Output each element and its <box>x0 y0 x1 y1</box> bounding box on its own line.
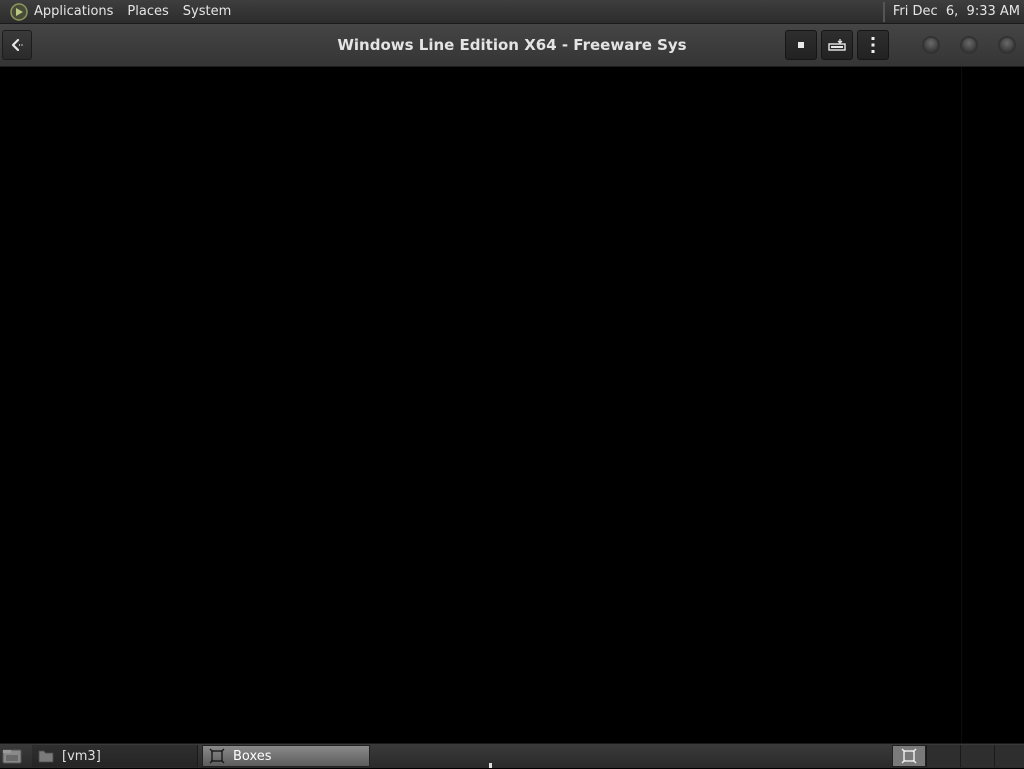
back-button[interactable] <box>2 30 32 60</box>
stop-button[interactable] <box>785 30 817 60</box>
taskbar-item-label: Boxes <box>233 748 272 764</box>
mouse-pointer <box>489 763 492 768</box>
menu-button[interactable] <box>857 30 889 60</box>
vm-display[interactable] <box>0 67 1024 743</box>
minimize-icon[interactable] <box>922 36 940 54</box>
distro-logo-icon[interactable] <box>8 1 30 23</box>
maximize-icon[interactable] <box>960 36 978 54</box>
folder-icon <box>38 748 54 764</box>
close-icon[interactable] <box>998 36 1016 54</box>
window-title: Windows Line Edition X64 - Freeware Sys <box>337 36 687 54</box>
clock[interactable]: Fri Dec 6, 9:33 AM <box>893 4 1024 19</box>
boxes-app-icon <box>901 748 917 764</box>
boxes-app-icon <box>209 748 225 764</box>
top-panel: Applications Places System Fri Dec 6, 9:… <box>0 0 1024 24</box>
system-menu[interactable]: System <box>176 0 238 24</box>
boxes-header-bar: Windows Line Edition X64 - Freeware Sys <box>0 24 1024 67</box>
taskbar-item-label: [vm3] <box>62 748 101 764</box>
back-arrow-icon <box>11 38 23 52</box>
bottom-panel: [vm3] Boxes <box>0 743 1024 768</box>
vertical-dots-icon <box>871 37 875 53</box>
keyboard-send-icon <box>828 39 846 51</box>
workspace-2[interactable] <box>926 745 960 767</box>
stop-square-icon <box>798 42 804 48</box>
workspace-1[interactable] <box>892 745 926 767</box>
taskbar-item-boxes[interactable]: Boxes <box>202 745 370 767</box>
show-desktop-icon[interactable] <box>2 747 22 765</box>
workspace-3[interactable] <box>960 745 994 767</box>
applications-menu[interactable]: Applications <box>30 0 120 24</box>
places-menu[interactable]: Places <box>120 0 175 24</box>
clock-separator <box>882 1 885 22</box>
display-edge <box>961 67 962 743</box>
keyboard-button[interactable] <box>821 30 853 60</box>
taskbar-item-vm3[interactable]: [vm3] <box>32 745 198 767</box>
workspace-4[interactable] <box>994 745 1024 767</box>
